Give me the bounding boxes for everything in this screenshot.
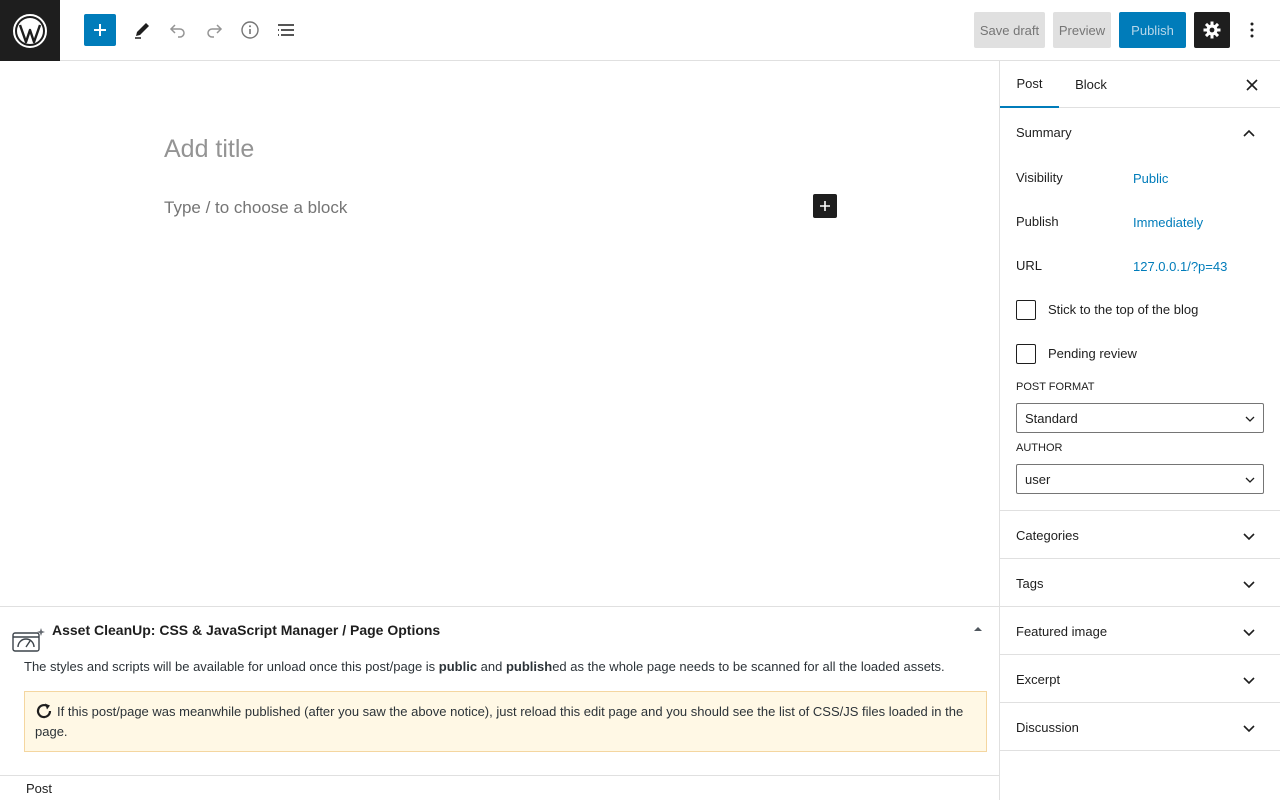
save-draft-button[interactable]: Save draft [974,12,1045,48]
pending-review-label: Pending review [1048,346,1137,361]
author-select[interactable]: user [1016,464,1264,494]
pending-review-checkbox[interactable] [1016,344,1036,364]
redo-icon [207,24,223,38]
list-view-icon [278,24,294,36]
sidebar-tabs: Post Block [1000,61,1280,108]
author-label: AUTHOR [1016,442,1063,454]
tools-button[interactable] [126,14,158,46]
panel-divider [1000,750,1280,751]
chevron-down-icon [1243,629,1255,637]
block-breadcrumb: Post [0,775,1000,800]
featured-image-panel-title: Featured image [1016,623,1108,639]
tags-panel-toggle[interactable]: Tags [1000,559,1280,607]
collapse-arrow-icon[interactable] [972,623,984,635]
editor-header: Save draft Preview Publish [0,0,1280,61]
plus-icon [94,24,106,36]
discussion-panel-title: Discussion [1016,719,1079,735]
tab-post[interactable]: Post [1000,61,1059,108]
info-icon [241,21,259,39]
featured-image-panel-toggle[interactable]: Featured image [1000,607,1280,655]
details-button[interactable] [234,14,266,46]
tab-block[interactable]: Block [1063,61,1119,108]
undo-button[interactable] [162,14,194,46]
block-inserter-button[interactable] [84,14,116,46]
settings-button[interactable] [1194,12,1230,48]
post-title-input[interactable]: Add title [164,135,254,164]
add-block-button[interactable] [813,194,837,218]
visibility-toggle[interactable]: Public [1133,171,1168,186]
author-value: user [1025,471,1051,487]
plus-icon [820,201,830,211]
options-button[interactable] [1238,12,1266,48]
settings-sidebar: Post Block Summary Visibility Public Pub… [999,61,1280,800]
default-block-appender[interactable]: Type / to choose a block [164,198,347,218]
chevron-down-icon [1245,416,1255,422]
list-view-button[interactable] [270,14,302,46]
close-icon [1246,79,1258,91]
gear-icon [1203,21,1221,39]
visibility-label: Visibility [1016,170,1063,185]
redo-button[interactable] [198,14,230,46]
url-toggle[interactable]: 127.0.0.1/?p=43 [1133,259,1227,274]
publish-button[interactable]: Publish [1119,12,1186,48]
post-format-select[interactable]: Standard [1016,403,1264,433]
chevron-down-icon [1243,725,1255,733]
reload-notice: If this post/page was meanwhile publishe… [24,691,987,752]
close-sidebar-button[interactable] [1240,75,1264,95]
wordpress-logo-icon[interactable] [0,0,60,61]
chevron-up-icon [1243,129,1255,137]
categories-panel-toggle[interactable]: Categories [1000,511,1280,559]
publish-date-toggle[interactable]: Immediately [1133,215,1203,230]
publish-label: Publish [1016,214,1059,229]
sticky-checkbox[interactable] [1016,300,1036,320]
undo-icon [169,24,185,38]
metabox-description: The styles and scripts will be available… [24,659,945,674]
metabox-title: Asset CleanUp: CSS & JavaScript Manager … [52,622,441,638]
summary-panel-title: Summary [1016,124,1072,140]
chevron-down-icon [1243,533,1255,541]
post-format-value: Standard [1025,410,1078,426]
chevron-down-icon [1243,677,1255,685]
url-label: URL [1016,258,1043,273]
post-format-label: POST FORMAT [1016,381,1095,393]
reload-icon [36,703,52,719]
excerpt-panel-title: Excerpt [1016,671,1061,687]
breadcrumb-item-post[interactable]: Post [26,781,52,796]
editor-canvas: Add title Type / to choose a block [0,61,999,606]
asset-cleanup-metabox: Asset CleanUp: CSS & JavaScript Manager … [0,606,999,775]
summary-panel-toggle[interactable]: Summary [1000,108,1280,156]
asset-cleanup-icon [12,628,45,652]
vertical-ellipsis-icon [1250,22,1254,38]
categories-panel-title: Categories [1016,527,1079,543]
chevron-down-icon [1245,477,1255,483]
pencil-icon [135,23,149,39]
excerpt-panel-toggle[interactable]: Excerpt [1000,655,1280,703]
chevron-down-icon [1243,581,1255,589]
tags-panel-title: Tags [1016,575,1044,591]
preview-button[interactable]: Preview [1053,12,1111,48]
discussion-panel-toggle[interactable]: Discussion [1000,703,1280,751]
sticky-label: Stick to the top of the blog [1048,302,1199,317]
